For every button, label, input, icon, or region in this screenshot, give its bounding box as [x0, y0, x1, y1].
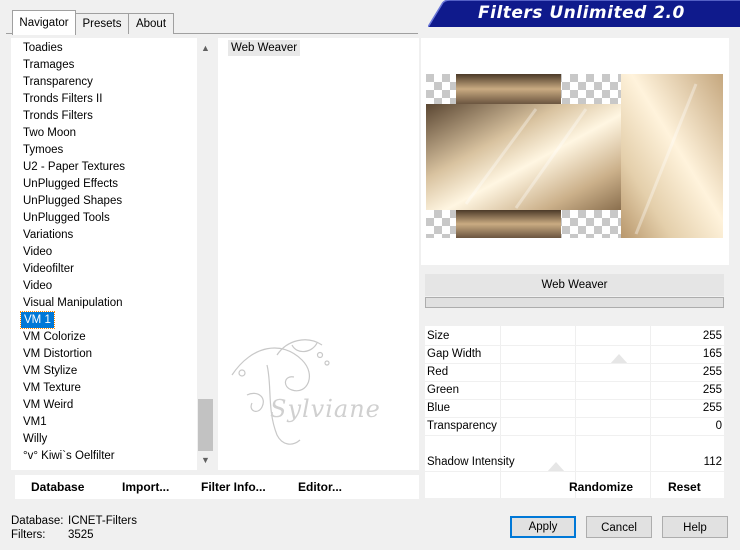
parameter-row[interactable]: Gap Width 165: [425, 346, 724, 363]
tab-navigator[interactable]: Navigator: [12, 10, 76, 35]
row-divider: [425, 435, 724, 436]
category-item[interactable]: Visual Manipulation: [23, 295, 123, 311]
randomize-button[interactable]: Randomize: [569, 478, 633, 496]
parameter-value: 255: [702, 366, 722, 378]
category-item[interactable]: Videofilter: [23, 261, 74, 277]
parameter-label: Gap Width: [427, 348, 482, 360]
category-item[interactable]: UnPlugged Tools: [23, 210, 110, 226]
category-item[interactable]: VM 1: [20, 311, 55, 329]
category-item[interactable]: VM Distortion: [23, 346, 92, 362]
parameter-label: Green: [427, 384, 459, 396]
control-separator-bar: [425, 297, 724, 308]
parameter-value: 255: [702, 402, 722, 414]
parameter-row[interactable]: Green 255: [425, 382, 724, 399]
parameter-value: 165: [702, 348, 722, 360]
parameter-row[interactable]: Transparency 0: [425, 418, 724, 435]
filter-item-web-weaver[interactable]: Web Weaver: [228, 40, 301, 56]
parameter-row[interactable]: Red 255: [425, 364, 724, 381]
category-item[interactable]: Tronds Filters II: [23, 91, 102, 107]
parameter-label: Size: [427, 330, 450, 342]
category-item[interactable]: UnPlugged Effects: [23, 176, 118, 192]
apply-button[interactable]: Apply: [510, 516, 576, 538]
tab-presets[interactable]: Presets: [75, 13, 129, 34]
row-divider: [425, 471, 724, 472]
filters-count-value: 3525: [68, 529, 94, 541]
parameter-label: Red: [427, 366, 449, 378]
parameter-row[interactable]: Size 255: [425, 328, 724, 345]
category-item[interactable]: Willy: [23, 431, 47, 447]
parameter-value: 255: [702, 330, 722, 342]
parameter-row[interactable]: Blue 255: [425, 400, 724, 417]
parameter-label: Blue: [427, 402, 451, 414]
watermark-signature: Sylviane: [270, 395, 381, 423]
category-item[interactable]: Variations: [23, 227, 73, 243]
category-item[interactable]: °v° Kiwi`s Oelfilter: [23, 448, 115, 464]
database-label: Database:: [11, 515, 64, 527]
category-item[interactable]: VM Colorize: [23, 329, 86, 345]
preview-image: [426, 74, 723, 238]
category-list[interactable]: Toadies Tramages Transparency Tronds Filter…: [11, 40, 197, 470]
parameter-value: 0: [715, 420, 722, 432]
import-button[interactable]: Import...: [122, 478, 169, 496]
filters-count-label: Filters:: [11, 529, 46, 541]
scroll-up-arrow-icon[interactable]: ▲: [200, 42, 211, 54]
category-item[interactable]: Tymoes: [23, 142, 63, 158]
parameter-value: 112: [703, 456, 722, 468]
filter-name-label: Web Weaver: [425, 274, 724, 296]
parameter-row[interactable]: Shadow Intensity 112: [425, 454, 724, 471]
category-item[interactable]: Video: [23, 278, 52, 294]
parameter-label: Transparency: [427, 420, 497, 432]
database-value: ICNET-Filters: [68, 515, 137, 527]
category-item[interactable]: Two Moon: [23, 125, 76, 141]
category-item[interactable]: U2 - Paper Textures: [23, 159, 125, 175]
parameter-value: 255: [702, 384, 722, 396]
reset-button[interactable]: Reset: [668, 478, 701, 496]
category-item[interactable]: UnPlugged Shapes: [23, 193, 122, 209]
category-scrollbar[interactable]: ▲ ▼: [197, 38, 214, 470]
category-item[interactable]: Tronds Filters: [23, 108, 93, 124]
cancel-button[interactable]: Cancel: [586, 516, 652, 538]
category-item[interactable]: Tramages: [23, 57, 74, 73]
app-title: Filters Unlimited 2.0: [478, 3, 685, 23]
category-item[interactable]: Toadies: [23, 40, 63, 56]
scrollbar-thumb[interactable]: [198, 399, 213, 451]
database-button[interactable]: Database: [31, 478, 84, 496]
parameter-label: Shadow Intensity: [427, 456, 515, 468]
category-item[interactable]: VM Weird: [23, 397, 73, 413]
category-list-panel: Toadies Tramages Transparency Tronds Filter…: [11, 38, 214, 470]
category-item[interactable]: VM Stylize: [23, 363, 77, 379]
category-item[interactable]: Video: [23, 244, 52, 260]
category-item[interactable]: Transparency: [23, 74, 93, 90]
filter-info-button[interactable]: Filter Info...: [201, 478, 266, 496]
scroll-down-arrow-icon[interactable]: ▼: [200, 454, 211, 466]
category-item[interactable]: VM1: [23, 414, 47, 430]
editor-button[interactable]: Editor...: [298, 478, 342, 496]
tab-about[interactable]: About: [128, 13, 174, 34]
help-button[interactable]: Help: [662, 516, 728, 538]
category-item[interactable]: VM Texture: [23, 380, 81, 396]
